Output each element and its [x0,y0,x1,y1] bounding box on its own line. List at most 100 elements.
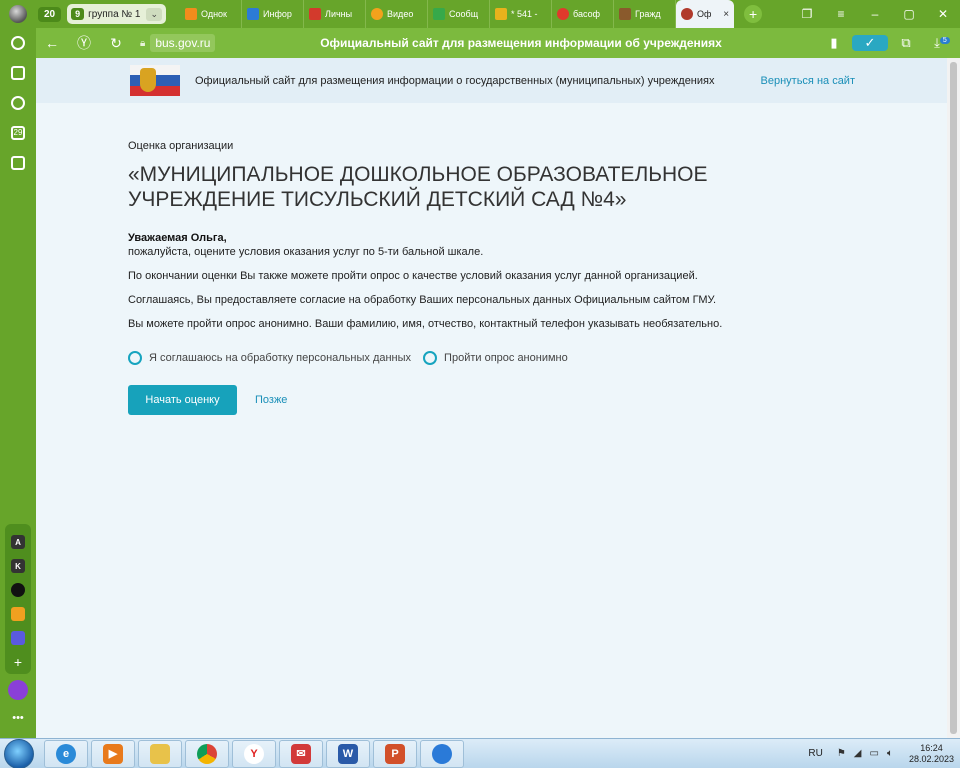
taskbar-media-icon[interactable]: ▶ [91,739,135,768]
tab[interactable]: Личны [304,0,367,28]
play-icon[interactable] [0,88,36,118]
consent-label[interactable]: Я соглашаюсь на обработку персональных д… [149,352,411,364]
later-link[interactable]: Позже [255,394,287,406]
taskbar-yandex-icon[interactable]: Y [232,739,276,768]
start-button[interactable] [4,738,34,768]
bookmark-icon[interactable]: ▮ [816,35,852,51]
yandex-icon[interactable]: Ⓨ [68,33,100,53]
taskbar-explorer-icon[interactable] [138,739,182,768]
consent-options: Я соглашаюсь на обработку персональных д… [128,351,858,365]
tab[interactable]: Однок [180,0,243,28]
url-field[interactable]: 🔒︎ bus.gov.ru [140,34,216,52]
evaluation-form: Оценка организации «МУНИЦИПАЛЬНОЕ ДОШКОЛ… [128,140,858,415]
tab-favicon-icon [371,8,384,20]
anonymous-radio[interactable] [423,351,438,365]
scrollbar-thumb[interactable] [950,62,957,734]
tab[interactable]: Видео [366,0,429,28]
chevron-down-icon[interactable]: ⌄ [146,7,163,21]
tab[interactable]: басоф [552,0,615,28]
window-controls: ❐ ≡ – ▢ ✕ [790,0,960,28]
tab[interactable]: Сообщ [428,0,491,28]
page-scrollbar[interactable] [947,58,960,738]
new-tab-button[interactable]: + [744,5,763,23]
menu-icon[interactable]: ≡ [824,7,858,21]
close-icon[interactable]: ✕ [926,7,960,21]
clock-date: 28.02.2023 [908,753,954,764]
mail-app-icon[interactable] [11,607,25,621]
sidebar-app-k[interactable]: K [11,559,25,573]
system-tray: RU ⚑ ◢ ▭ 🔈︎ 16:24 28.02.2023 [808,739,960,768]
downloads-badge: 5 [939,36,950,44]
history-icon[interactable] [0,28,36,58]
alice-assistant-icon[interactable] [8,680,28,700]
sidebar-app-a[interactable]: A [11,535,25,549]
refresh-icon[interactable]: ↻ [100,35,132,52]
greeting: Уважаемая Ольга, [128,232,227,244]
tab[interactable]: Гражд [614,0,677,28]
url-host[interactable]: bus.gov.ru [150,34,216,52]
taskbar-powerpoint-icon[interactable]: P [373,739,417,768]
instruction-text: пожалуйста, оцените условия оказания усл… [128,246,484,258]
taskbar-chrome-icon[interactable] [185,739,229,768]
calendar-icon[interactable]: 29 [0,118,36,148]
site-header: Официальный сайт для размещения информац… [36,58,947,103]
tab-list: Однок Инфор Личны Видео Сообщ * 541 - ба… [180,0,735,28]
tab[interactable]: Инфор [242,0,305,28]
minimize-icon[interactable]: – [858,7,892,21]
collections-icon[interactable]: ❐ [790,7,824,21]
language-indicator[interactable]: RU [808,748,822,759]
consent-option[interactable]: Я соглашаюсь на обработку персональных д… [128,351,411,365]
extensions-icon[interactable]: ⧉ [888,35,924,51]
taskbar: e ▶ Y ✉ W P RU ⚑ ◢ ▭ 🔈︎ 16:24 28.02.2023 [0,738,960,768]
flag-icon[interactable]: ⚑ [837,748,846,759]
tab-strip: 20 9 группа № 1 ⌄ Однок Инфор Личны Виде… [0,0,960,28]
tab-group[interactable]: 9 группа № 1 ⌄ [67,4,167,24]
taskbar-app-icon[interactable] [420,739,464,768]
close-tab-icon[interactable]: × [723,9,729,20]
clock-time: 16:24 [920,742,943,753]
taskbar-mail-icon[interactable]: ✉ [279,739,323,768]
site-name: Официальный сайт для размещения информац… [195,74,715,87]
tab-favicon-icon [619,8,632,20]
display-icon[interactable]: ▭ [870,748,879,759]
network-icon[interactable]: ◢ [854,748,862,759]
taskbar-apps: e ▶ Y ✉ W P [44,739,467,768]
notes-icon[interactable] [0,58,36,88]
back-arrow-icon[interactable]: ← [36,35,68,51]
consent-radio[interactable] [128,351,142,365]
anonymous-option[interactable]: Пройти опрос анонимно [423,351,568,365]
taskbar-ie-icon[interactable]: e [44,739,88,768]
tab-count-badge[interactable]: 20 [38,6,62,22]
anonymous-info-text: Вы можете пройти опрос анонимно. Ваши фа… [128,318,723,330]
tab[interactable]: * 541 - [490,0,553,28]
downloads-icon[interactable]: ⤓ 5 [924,35,960,51]
browser-logo-icon[interactable] [0,0,36,28]
anonymous-label[interactable]: Пройти опрос анонимно [444,352,568,364]
messenger-app-icon[interactable] [11,631,25,645]
site-logo-icon[interactable] [130,64,180,97]
tab-active[interactable]: Оф × [676,0,735,28]
survey-info-text: По окончании оценки Вы также можете прой… [128,270,698,282]
web-page: Официальный сайт для размещения информац… [36,58,947,738]
lock-icon: 🔒︎ [140,37,146,49]
address-bar: ← Ⓨ ↻ 🔒︎ bus.gov.ru Официальный сайт для… [36,28,960,58]
camera-icon[interactable] [0,148,36,178]
tab-favicon-icon [247,8,260,20]
back-to-site-link[interactable]: Вернуться на сайт [761,75,855,87]
taskbar-word-icon[interactable]: W [326,739,370,768]
restore-icon[interactable]: ▢ [892,7,926,21]
volume-icon[interactable]: 🔈︎ [887,748,893,759]
address-bar-actions: ▮ ✓ ⧉ ⤓ 5 [816,35,960,51]
start-evaluation-button[interactable]: Начать оценку [128,385,237,415]
tab-favicon-icon [309,8,322,20]
browser-sidebar: 29 A K + ••• [0,28,36,738]
music-app-icon[interactable] [11,583,25,597]
clock[interactable]: 16:24 28.02.2023 [909,743,954,765]
breadcrumb: Оценка организации [128,140,234,152]
tab-favicon-icon [557,8,570,20]
form-actions: Начать оценку Позже [128,385,858,415]
tab-group-label: группа № 1 [88,8,141,20]
add-app-icon[interactable]: + [11,654,25,670]
protect-icon[interactable]: ✓ [852,35,888,51]
more-icon[interactable]: ••• [0,712,36,724]
